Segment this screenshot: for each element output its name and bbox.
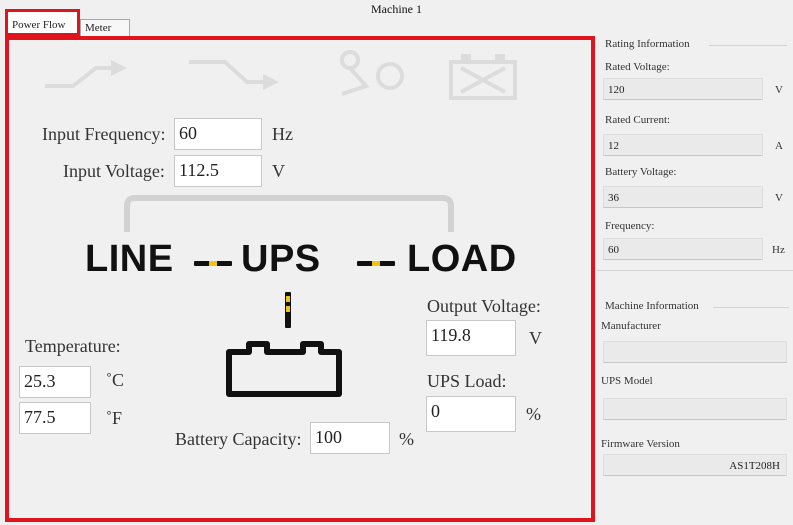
- ups-load-label: UPS Load:: [427, 371, 507, 391]
- line-label: LINE: [85, 238, 174, 280]
- rating-information-title: Rating Information: [605, 38, 690, 50]
- ups-model-label: UPS Model: [601, 375, 653, 387]
- rated-voltage-unit: V: [775, 84, 783, 96]
- battery-warning-icon: [449, 54, 517, 100]
- rated-current-field: 12: [603, 134, 763, 156]
- input-frequency-label: Input Frequency:: [42, 124, 166, 144]
- load-label: LOAD: [407, 238, 517, 280]
- ups-label: UPS: [241, 238, 321, 280]
- battery-capacity-label: Battery Capacity:: [175, 429, 302, 449]
- frequency-field: 60: [603, 238, 763, 260]
- rating-group-line: [709, 45, 787, 46]
- input-voltage-label: Input Voltage:: [63, 161, 165, 181]
- rated-voltage-label: Rated Voltage:: [605, 61, 670, 73]
- input-frequency-unit: Hz: [272, 124, 293, 144]
- firmware-version-field: AS1T208H: [603, 454, 787, 476]
- machine-information-title: Machine Information: [605, 300, 699, 312]
- ups-flow-icon: [189, 60, 279, 90]
- temperature-celsius-field: 25.3: [19, 366, 91, 398]
- rated-current-label: Rated Current:: [605, 114, 671, 126]
- window-title: Machine 1: [371, 2, 422, 16]
- manufacturer-label: Manufacturer: [601, 320, 661, 332]
- rated-voltage-field: 120: [603, 78, 763, 100]
- ups-to-load-flow: [357, 261, 395, 266]
- input-voltage-field: 112.5: [174, 155, 262, 187]
- machine-group-line: [713, 307, 789, 308]
- temperature-fahrenheit-field: 77.5: [19, 402, 91, 434]
- battery-capacity-field: 100: [310, 422, 390, 454]
- frequency-label: Frequency:: [605, 220, 655, 232]
- tab-power-flow[interactable]: Power Flow: [5, 9, 80, 36]
- output-voltage-field: 119.8: [426, 320, 516, 356]
- battery-capacity-unit: %: [399, 429, 414, 449]
- ups-model-field: [603, 398, 787, 420]
- rated-current-unit: A: [775, 140, 783, 152]
- battery-voltage-field: 36: [603, 186, 763, 208]
- bypass-line-icon: [45, 60, 127, 88]
- input-voltage-unit: V: [272, 161, 285, 181]
- firmware-version-label: Firmware Version: [601, 438, 680, 450]
- frequency-unit: Hz: [772, 244, 785, 256]
- ups-to-battery-flow: [285, 292, 291, 328]
- manufacturer-field: [603, 341, 787, 363]
- output-voltage-unit: V: [529, 328, 542, 348]
- input-frequency-field: 60: [174, 118, 262, 150]
- line-to-ups-flow: [194, 261, 232, 266]
- temperature-fahrenheit-unit: ˚F: [106, 408, 123, 428]
- info-panel: Rating Information Rated Voltage: 120 V …: [597, 36, 793, 525]
- fault-icon: [340, 50, 404, 96]
- input-bracket: [124, 195, 454, 232]
- temperature-celsius-unit: ˚C: [106, 370, 124, 390]
- power-flow-panel: Input Frequency: 60 Hz Input Voltage: 11…: [5, 36, 595, 522]
- tab-meter[interactable]: Meter: [80, 19, 130, 36]
- battery-icon: [226, 341, 342, 397]
- section-divider: [597, 270, 793, 271]
- ups-load-field: 0: [426, 396, 516, 432]
- output-voltage-label: Output Voltage:: [427, 296, 541, 316]
- ups-load-unit: %: [526, 404, 541, 424]
- battery-voltage-label: Battery Voltage:: [605, 166, 677, 178]
- battery-voltage-unit: V: [775, 192, 783, 204]
- temperature-label: Temperature:: [25, 336, 121, 356]
